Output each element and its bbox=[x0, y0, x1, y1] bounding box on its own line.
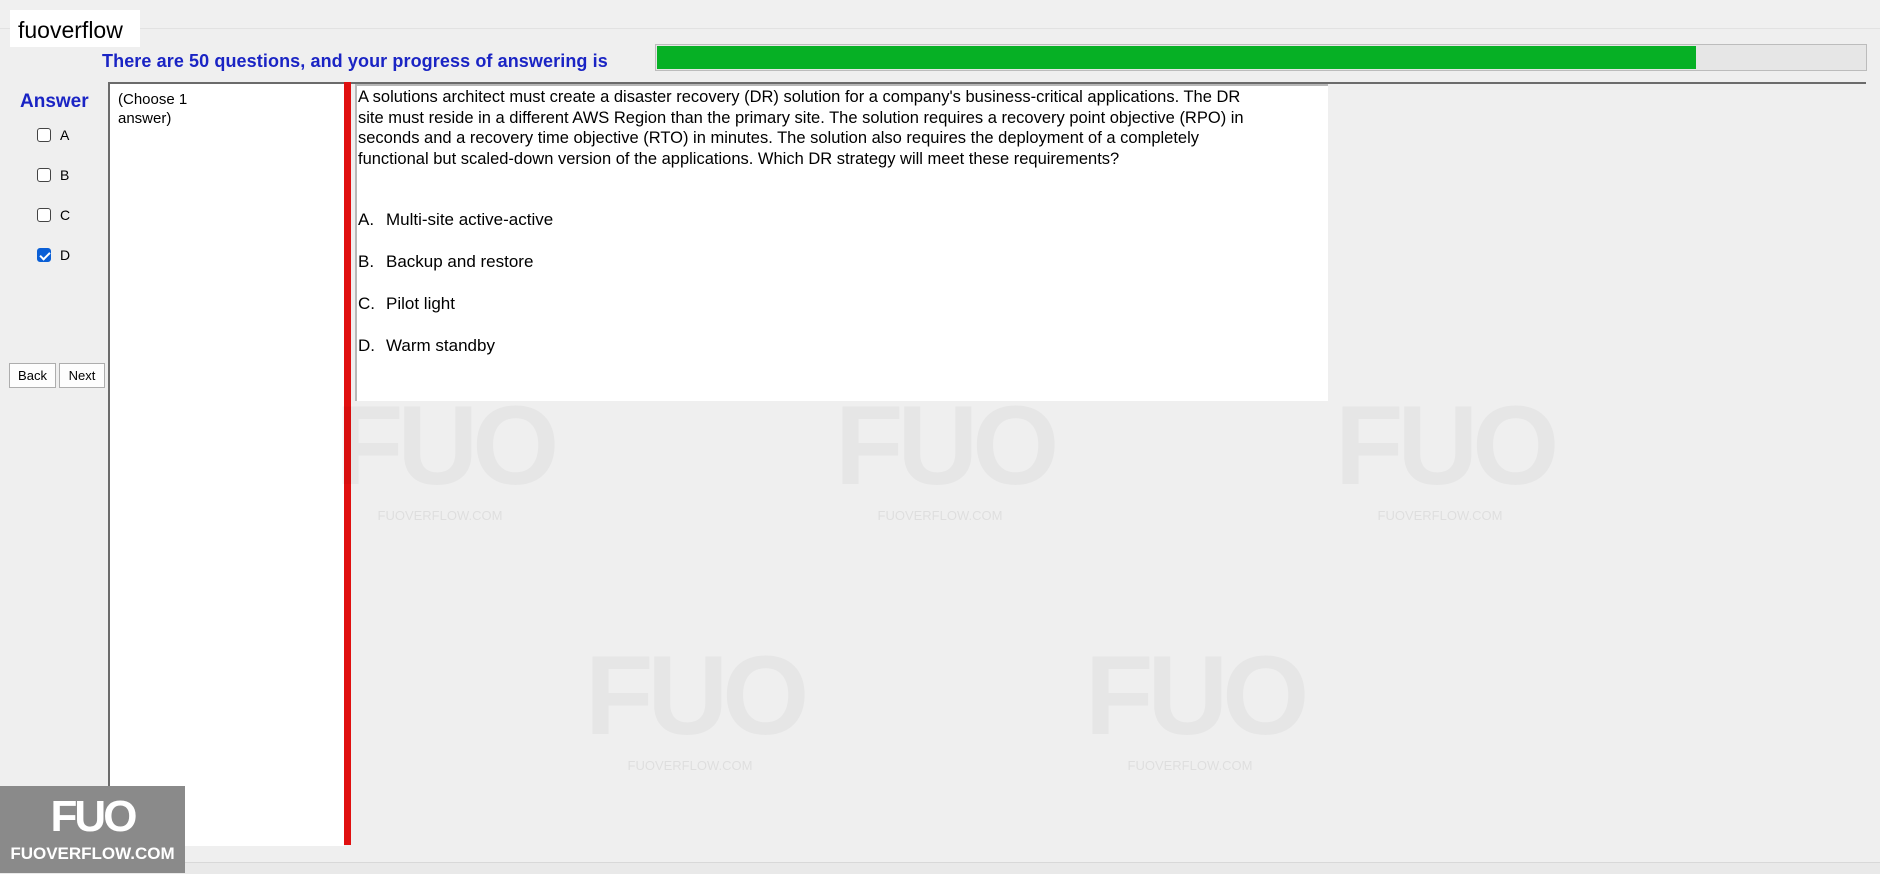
checkbox-b[interactable] bbox=[37, 168, 51, 182]
choice-letter: A. bbox=[358, 210, 375, 229]
logo-text: FUOVERFLOW.COM bbox=[10, 844, 175, 863]
answer-heading: Answer bbox=[20, 91, 89, 112]
answer-option-label: A bbox=[60, 127, 70, 143]
choice-a: A. Multi-site active-active bbox=[358, 210, 553, 230]
checkbox-d[interactable] bbox=[37, 248, 51, 262]
question-text: A solutions architect must create a disa… bbox=[358, 88, 1244, 169]
choice-letter: C. bbox=[358, 294, 375, 313]
window-titlebar bbox=[0, 0, 1880, 29]
watermark: FUOFUOVERFLOW.COM bbox=[1377, 508, 1503, 523]
choice-text: Backup and restore bbox=[386, 252, 534, 271]
status-strip bbox=[0, 862, 1880, 874]
checkbox-a[interactable] bbox=[37, 128, 51, 142]
answer-option-label: C bbox=[60, 207, 71, 223]
answer-option-c[interactable]: C bbox=[37, 205, 70, 225]
divider-line bbox=[344, 82, 351, 845]
watermark: FUOFUOVERFLOW.COM bbox=[377, 508, 503, 523]
progress-bar bbox=[655, 44, 1867, 71]
choice-text: Multi-site active-active bbox=[386, 210, 554, 229]
progress-bar-fill bbox=[657, 46, 1696, 69]
back-button[interactable]: Back bbox=[9, 363, 56, 388]
choice-c: C. Pilot light bbox=[358, 294, 455, 314]
choice-letter: D. bbox=[358, 336, 375, 355]
choice-text: Warm standby bbox=[386, 336, 495, 355]
answer-option-d[interactable]: D bbox=[37, 245, 70, 265]
answer-option-a[interactable]: A bbox=[37, 125, 69, 145]
instruction-text: (Choose 1 answer) bbox=[118, 91, 188, 127]
choice-letter: B. bbox=[358, 252, 375, 271]
choice-text: Pilot light bbox=[386, 294, 455, 313]
choice-d: D. Warm standby bbox=[358, 336, 495, 356]
app-title: fuoverflow bbox=[10, 10, 140, 47]
watermark: FUOFUOVERFLOW.COM bbox=[1127, 758, 1253, 773]
next-button[interactable]: Next bbox=[59, 363, 105, 388]
answer-option-label: D bbox=[60, 247, 71, 263]
progress-label: There are 50 questions, and your progres… bbox=[102, 51, 608, 71]
logo-mark: FUO bbox=[50, 792, 138, 841]
watermark: FUOFUOVERFLOW.COM bbox=[877, 508, 1003, 523]
choice-b: B. Backup and restore bbox=[358, 252, 533, 272]
answer-option-label: B bbox=[60, 167, 70, 183]
watermark: FUOFUOVERFLOW.COM bbox=[627, 758, 753, 773]
checkbox-c[interactable] bbox=[37, 208, 51, 222]
instruction-panel: (Choose 1 answer) bbox=[108, 82, 344, 846]
fuoverflow-logo: FUO FUOVERFLOW.COM bbox=[0, 786, 185, 873]
answer-option-b[interactable]: B bbox=[37, 165, 69, 185]
